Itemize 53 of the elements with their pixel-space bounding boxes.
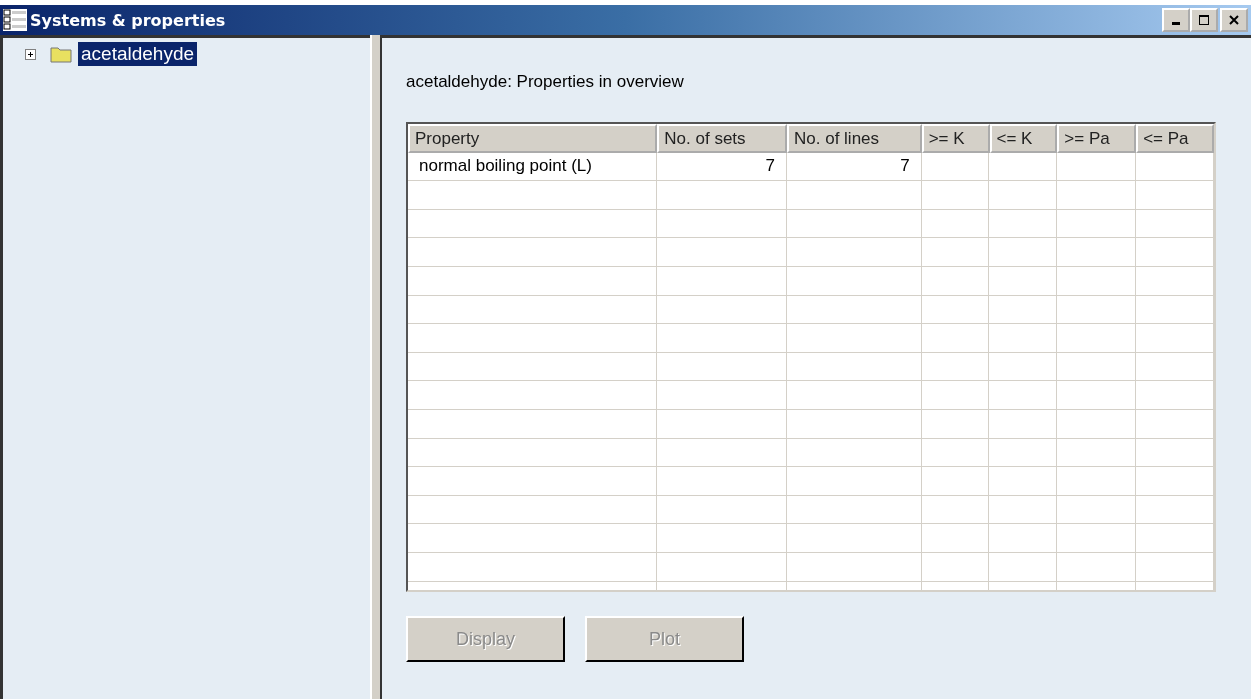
- table-cell: [989, 467, 1058, 496]
- column-header[interactable]: No. of lines: [787, 124, 922, 153]
- table-cell: [921, 266, 990, 296]
- table-cell: [989, 266, 1058, 296]
- table-cell: [921, 152, 990, 182]
- panel-heading: acetaldehyde: Properties in overview: [406, 72, 685, 92]
- table-cell: [989, 181, 1058, 210]
- column-header[interactable]: Property: [408, 124, 658, 153]
- column-header[interactable]: <= K: [989, 124, 1058, 153]
- minimize-button[interactable]: [1162, 8, 1190, 32]
- table-cell: [989, 152, 1058, 182]
- table-cell: [921, 238, 990, 267]
- close-icon: [1229, 15, 1239, 25]
- table-cell: [921, 495, 990, 525]
- minimize-icon: [1172, 22, 1180, 25]
- table-cell: [921, 381, 990, 410]
- close-button[interactable]: [1220, 8, 1248, 32]
- table-cell: [921, 409, 990, 439]
- table-cell: [921, 467, 990, 496]
- table-cell: [989, 238, 1058, 267]
- table-cell: [989, 495, 1058, 525]
- column-header[interactable]: No. of sets: [657, 124, 787, 153]
- table-cell: [921, 181, 990, 210]
- splitter[interactable]: [370, 35, 382, 699]
- expand-icon[interactable]: [25, 48, 36, 60]
- maximize-icon: [1199, 15, 1209, 25]
- column-header[interactable]: <= Pa: [1136, 124, 1214, 153]
- table-cell: [921, 438, 990, 468]
- tree-item[interactable]: acetaldehyde: [78, 42, 198, 66]
- table-cell: 7: [786, 152, 922, 182]
- column-header[interactable]: >= Pa: [1057, 124, 1137, 153]
- table-cell: [989, 209, 1058, 239]
- table-cell: [921, 295, 990, 325]
- table-cell: [989, 409, 1058, 439]
- column-header[interactable]: >= K: [921, 124, 990, 153]
- table-cell: normal boiling point (L): [408, 152, 658, 182]
- table-cell: [921, 324, 990, 353]
- table-cell: [989, 524, 1058, 553]
- maximize-button[interactable]: [1190, 8, 1218, 32]
- table-cell: 7: [657, 152, 787, 182]
- table-cell: [921, 524, 990, 553]
- table-cell: [989, 552, 1058, 582]
- list-icon: [3, 9, 27, 31]
- window-title: Systems & properties: [30, 10, 226, 30]
- table-cell: [989, 438, 1058, 468]
- folder-icon: [50, 45, 72, 63]
- table-cell: [989, 352, 1058, 382]
- table-cell: [989, 295, 1058, 325]
- table-cell: [989, 381, 1058, 410]
- table-cell: [921, 552, 990, 582]
- table-cell: [921, 209, 990, 239]
- table-cell: [921, 352, 990, 382]
- table-cell: [989, 324, 1058, 353]
